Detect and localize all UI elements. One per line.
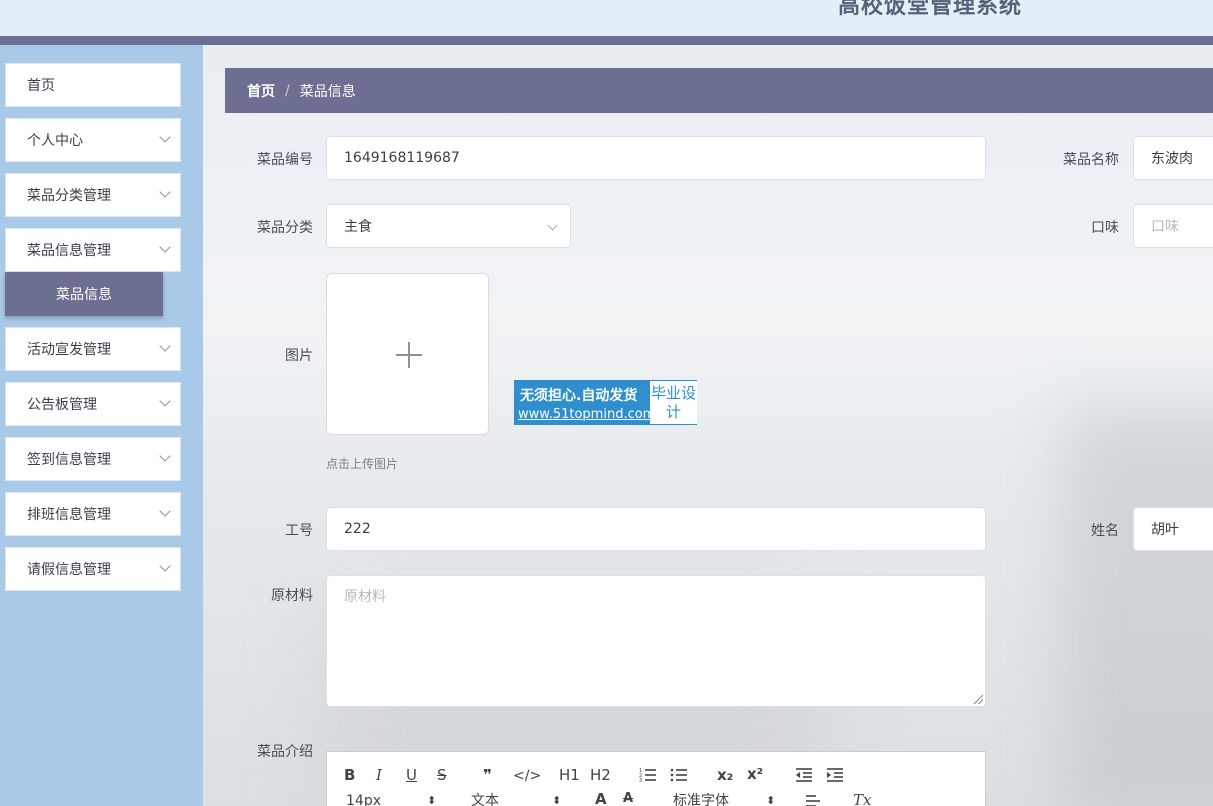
image-label: 图片 (285, 348, 313, 364)
ordered-list-icon[interactable]: 123 (639, 767, 657, 783)
underline-button[interactable]: U (406, 766, 417, 784)
dish-no-value: 1649168119687 (344, 150, 460, 166)
employee-no-label: 工号 (285, 523, 313, 539)
chevron-down-icon (159, 131, 171, 143)
employee-name-field[interactable]: 胡叶 (1133, 507, 1213, 551)
sidebar-item-activity[interactable]: 活动宣发管理 (5, 327, 181, 371)
category-value: 主食 (344, 219, 372, 235)
chevron-updown-icon: ⬍ (766, 794, 776, 806)
h2-button[interactable]: H2 (590, 766, 611, 784)
resize-grip-icon[interactable] (974, 695, 983, 704)
watermark-line2: www.51topmind.com (518, 407, 656, 422)
sidebar-item-label: 排班信息管理 (27, 507, 111, 523)
taste-label: 口味 (1091, 220, 1119, 236)
sidebar-item-label: 活动宣发管理 (27, 342, 111, 358)
dish-name-label: 菜品名称 (1063, 152, 1119, 168)
sidebar-item-dish-info[interactable]: 菜品信息管理 (5, 228, 181, 272)
background-color-icon[interactable]: A (623, 790, 633, 806)
code-block-button[interactable]: </> (513, 767, 541, 785)
sidebar-item-leave[interactable]: 请假信息管理 (5, 547, 181, 591)
chevron-down-icon (159, 450, 171, 462)
employee-name-value: 胡叶 (1151, 522, 1179, 538)
italic-button[interactable]: I (376, 766, 382, 784)
sidebar-subitem-dish-info[interactable]: 菜品信息 (5, 272, 163, 316)
sidebar-item-home[interactable]: 首页 (5, 63, 181, 107)
sidebar-item-label: 签到信息管理 (27, 452, 111, 468)
header-accent-bar (0, 36, 1213, 45)
dish-no-label: 菜品编号 (257, 152, 313, 168)
chevron-down-icon (547, 220, 558, 231)
intro-label: 菜品介绍 (257, 744, 313, 760)
chevron-updown-icon: ⬍ (427, 794, 437, 806)
clear-format-button[interactable]: Tx (853, 791, 871, 806)
breadcrumb-separator: / (285, 82, 290, 99)
watermark-line1: 无须担心.自动发货 (520, 388, 638, 404)
employee-no-value: 222 (344, 521, 371, 537)
chevron-down-icon (159, 340, 171, 352)
sidebar-item-label: 公告板管理 (27, 397, 97, 413)
superscript-button[interactable]: x² (747, 765, 763, 783)
breadcrumb-current: 菜品信息 (299, 83, 356, 100)
sidebar-item-label: 菜品信息管理 (27, 243, 111, 259)
rich-text-editor[interactable]: B I U S ❞ </> H1 H2 123 x₂ x² 14px ⬍ 文本 … (326, 751, 986, 806)
ingredients-placeholder: 原材料 (344, 589, 386, 605)
sidebar-item-schedule[interactable]: 排班信息管理 (5, 492, 181, 536)
outdent-icon[interactable] (795, 767, 813, 783)
font-family-select[interactable]: 标准字体 (673, 792, 729, 806)
sidebar-item-label: 菜品分类管理 (27, 188, 111, 204)
breadcrumb-home[interactable]: 首页 (247, 81, 275, 101)
chevron-down-icon (159, 395, 171, 407)
watermark-right: 毕业设计 (650, 381, 697, 424)
sidebar-item-label: 请假信息管理 (27, 562, 111, 578)
block-format-select[interactable]: 文本 (471, 792, 499, 806)
sidebar-subitem-label: 菜品信息 (56, 287, 112, 303)
dish-name-field[interactable]: 东波肉 (1133, 136, 1213, 180)
image-upload-box[interactable] (326, 273, 489, 435)
plus-icon (408, 342, 410, 368)
sidebar-item-label: 首页 (27, 78, 55, 94)
ingredients-textarea[interactable]: 原材料 (326, 575, 986, 707)
category-label: 菜品分类 (257, 220, 313, 236)
sidebar-item-dish-category[interactable]: 菜品分类管理 (5, 173, 181, 217)
employee-no-field[interactable]: 222 (326, 507, 986, 551)
dish-name-value: 东波肉 (1151, 151, 1193, 167)
strike-button[interactable]: S (437, 766, 447, 784)
chevron-down-icon (159, 560, 171, 572)
chevron-down-icon (159, 186, 171, 198)
dish-no-field[interactable]: 1649168119687 (326, 136, 986, 180)
breadcrumb: 首页 / 菜品信息 (225, 68, 1213, 113)
category-select[interactable]: 主食 (326, 204, 571, 248)
svg-text:3: 3 (639, 778, 642, 783)
indent-icon[interactable] (826, 767, 844, 783)
upload-tip: 点击上传图片 (326, 457, 399, 471)
ingredients-label: 原材料 (271, 588, 313, 604)
font-color-icon[interactable]: A (595, 790, 607, 806)
sidebar-item-label: 个人中心 (27, 133, 83, 149)
background-decoration (1063, 405, 1213, 806)
chevron-down-icon (159, 241, 171, 253)
align-icon[interactable] (805, 794, 821, 806)
bold-button[interactable]: B (344, 766, 355, 784)
watermark-badge[interactable]: 无须担心.自动发货 www.51topmind.com 毕业设计 (514, 380, 697, 425)
bullet-list-icon[interactable] (670, 767, 688, 783)
app-title: 高校饭堂管理系统 (838, 0, 1023, 19)
blockquote-button[interactable]: ❞ (483, 766, 492, 784)
taste-field[interactable]: 口味 (1133, 204, 1213, 248)
top-header: 高校饭堂管理系统 (0, 0, 1213, 36)
subscript-button[interactable]: x₂ (717, 766, 733, 784)
sidebar-item-notice-board[interactable]: 公告板管理 (5, 382, 181, 426)
chevron-down-icon (159, 505, 171, 517)
font-size-select[interactable]: 14px (346, 792, 381, 806)
chevron-updown-icon: ⬍ (552, 794, 562, 806)
sidebar-item-personal-center[interactable]: 个人中心 (5, 118, 181, 162)
sidebar-item-checkin[interactable]: 签到信息管理 (5, 437, 181, 481)
employee-name-label: 姓名 (1091, 523, 1119, 539)
h1-button[interactable]: H1 (559, 766, 580, 784)
taste-placeholder: 口味 (1151, 219, 1179, 235)
